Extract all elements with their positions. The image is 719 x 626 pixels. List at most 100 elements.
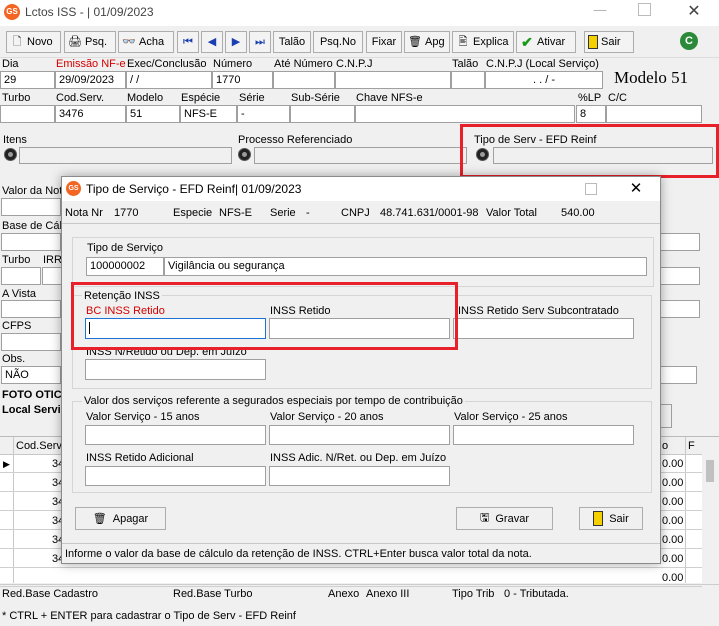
- dialog-title: Tipo de Serviço - EFD Reinf| 01/09/2023: [86, 182, 302, 196]
- maximize-button[interactable]: [638, 3, 651, 16]
- delete-label: Apg: [425, 36, 445, 48]
- grid-cell-value[interactable]: 0.00: [662, 534, 683, 546]
- a-vista-field[interactable]: [1, 300, 61, 318]
- cfps-field[interactable]: [1, 333, 61, 351]
- emissao-label: Emissão NF-e: [56, 58, 126, 70]
- especie-label: Especie: [173, 207, 213, 219]
- irrf-field[interactable]: [42, 267, 62, 285]
- exit-icon: [593, 511, 604, 526]
- dialog-close-button[interactable]: ✕: [626, 179, 646, 199]
- refresh-icon[interactable]: C: [680, 32, 698, 50]
- valor-nota-field[interactable]: [1, 198, 61, 216]
- cc-label: C/C: [608, 92, 627, 104]
- tipo-servico-desc-field[interactable]: Vigilância ou segurança: [164, 257, 647, 276]
- obs-field[interactable]: NÃO: [1, 366, 61, 384]
- new-icon: 🗋: [12, 36, 22, 48]
- minimize-button[interactable]: —: [590, 2, 610, 22]
- valor20-field[interactable]: [269, 425, 450, 445]
- grid-cell-value[interactable]: 0.00: [662, 572, 683, 584]
- itens-radio-icon[interactable]: [4, 148, 17, 161]
- cfps-label: CFPS: [2, 320, 32, 332]
- last-button[interactable]: ⏭: [249, 31, 271, 53]
- lp-label: %LP: [578, 92, 602, 104]
- find-label: Acha: [139, 36, 165, 48]
- grid-cell-value[interactable]: 0.00: [662, 515, 683, 527]
- processo-field[interactable]: [254, 147, 467, 164]
- cnpj-local-field[interactable]: . . / -: [485, 71, 603, 89]
- prev-button[interactable]: ◀: [201, 31, 223, 53]
- apagar-button[interactable]: 🗑 Apagar: [75, 507, 166, 530]
- numero-field[interactable]: 1770: [212, 71, 273, 89]
- exit-button[interactable]: Sair: [584, 31, 634, 53]
- cnpj-field[interactable]: [335, 71, 451, 89]
- chave-field[interactable]: [355, 105, 575, 123]
- fixar-button[interactable]: Fixar: [366, 31, 402, 53]
- turbo-label: Turbo: [2, 92, 31, 104]
- itens-field[interactable]: [19, 147, 232, 164]
- right-field-4[interactable]: [660, 366, 697, 384]
- base-calc-field[interactable]: [1, 233, 61, 251]
- right-field-1[interactable]: [660, 233, 700, 251]
- turbo2-field[interactable]: [1, 267, 41, 285]
- modelo-field[interactable]: 51: [126, 105, 180, 123]
- explain-label: Explica: [473, 36, 509, 48]
- valor-nota-label: Valor da Not: [2, 185, 63, 197]
- foto-label: FOTO OTICA: [2, 389, 70, 401]
- sub-serie-field[interactable]: [290, 105, 355, 123]
- grid-cell-value[interactable]: 0.00: [662, 477, 683, 489]
- inss-nao-retido-field[interactable]: [85, 359, 266, 380]
- talao-button[interactable]: Talão: [273, 31, 311, 53]
- obs-label: Obs.: [2, 353, 26, 365]
- save-icon: 🖫: [480, 512, 490, 524]
- especie-field[interactable]: NFS-E: [180, 105, 237, 123]
- find-button[interactable]: 👓 Acha: [118, 31, 174, 53]
- inss-adic-nret-label: INSS Adic. N/Ret. ou Dep. em Juízo: [270, 452, 447, 464]
- psq-no-button[interactable]: Psq.No: [313, 31, 363, 53]
- inss-adic-nret-field[interactable]: [269, 466, 450, 486]
- exec-field[interactable]: / /: [126, 71, 212, 89]
- inss-retido-sub-field[interactable]: [453, 318, 634, 339]
- gravar-button[interactable]: 🖫 Gravar: [456, 507, 553, 530]
- explain-button[interactable]: 🖹 Explica: [452, 31, 514, 53]
- grid-scrollbar[interactable]: [702, 454, 719, 583]
- close-button[interactable]: ✕: [684, 1, 704, 21]
- turbo-field[interactable]: [0, 105, 55, 123]
- inss-adicional-field[interactable]: [85, 466, 266, 486]
- talao-field[interactable]: [451, 71, 485, 89]
- cc-field[interactable]: [606, 105, 702, 123]
- dialog-maximize-button[interactable]: [585, 183, 597, 195]
- especie-value: NFS-E: [219, 207, 252, 219]
- lp-field[interactable]: 8: [576, 105, 606, 123]
- tipo-trib-value: 0 - Tributada.: [504, 588, 569, 600]
- dia-field[interactable]: 29: [0, 71, 55, 89]
- dialog-status-text: Informe o valor da base de cálculo da re…: [65, 548, 532, 560]
- tipo-servico-code-field[interactable]: 100000002: [86, 257, 164, 276]
- grid-cell-value[interactable]: 0.00: [662, 553, 683, 565]
- cod-serv-field[interactable]: 3476: [55, 105, 126, 123]
- ate-numero-field[interactable]: [273, 71, 335, 89]
- first-icon: ⏮: [183, 36, 193, 48]
- next-button[interactable]: ▶: [225, 31, 247, 53]
- activate-button[interactable]: ✔ Ativar: [516, 31, 576, 53]
- valor20-label: Valor Serviço - 20 anos: [270, 411, 384, 423]
- grid-cell-value[interactable]: 0.00: [662, 496, 683, 508]
- valor25-field[interactable]: [453, 425, 634, 445]
- valor15-field[interactable]: [85, 425, 266, 445]
- processo-radio-icon[interactable]: [238, 148, 251, 161]
- delete-button[interactable]: 🗑 Apg: [404, 31, 450, 53]
- anexo-value: Anexo III: [366, 588, 410, 600]
- search-button[interactable]: 🖨 Psq.: [64, 31, 116, 53]
- new-button[interactable]: 🗋 Novo: [6, 31, 61, 53]
- valor15-label: Valor Serviço - 15 anos: [86, 411, 200, 423]
- serie-field[interactable]: -: [237, 105, 290, 123]
- grid-header-cod: Cod.Servi: [16, 440, 65, 452]
- first-button[interactable]: ⏮: [177, 31, 199, 53]
- sair-button[interactable]: Sair: [579, 507, 643, 530]
- numero-label: Número: [213, 58, 253, 70]
- grid-cell-value[interactable]: 0.00: [662, 458, 683, 470]
- last-icon: ⏭: [255, 36, 265, 48]
- emissao-field[interactable]: 29/09/2023: [55, 71, 126, 89]
- right-field-3[interactable]: [660, 300, 700, 318]
- right-field-2[interactable]: [660, 267, 700, 285]
- scroll-thumb[interactable]: [706, 460, 714, 482]
